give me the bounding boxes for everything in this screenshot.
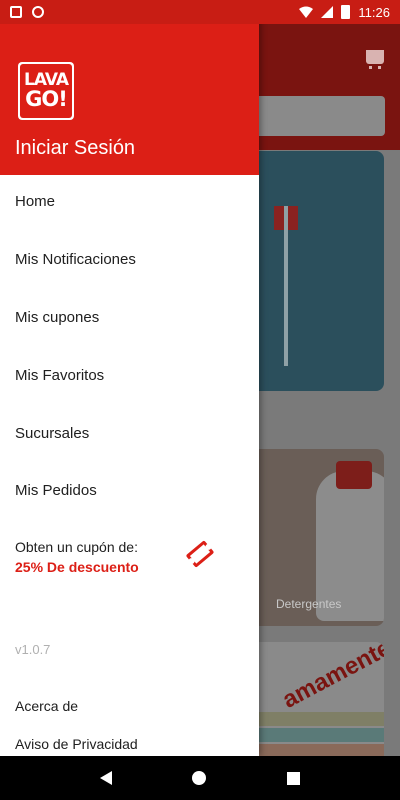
system-nav-bar bbox=[0, 756, 400, 800]
coupon-discount[interactable]: 25% De descuento bbox=[15, 559, 139, 575]
wifi-icon bbox=[299, 6, 314, 18]
signin-link[interactable]: Iniciar Sesión bbox=[15, 137, 135, 160]
logo-inner: LAVA GO! bbox=[20, 64, 72, 118]
notification-square-icon bbox=[10, 6, 22, 18]
towel-stripe bbox=[244, 744, 384, 756]
status-right: 11:26 bbox=[299, 5, 390, 20]
product-label: Detergentes bbox=[276, 597, 342, 611]
menu-item-favorites[interactable]: Mis Favoritos bbox=[15, 367, 104, 384]
cart-icon[interactable] bbox=[366, 50, 384, 69]
battery-icon bbox=[341, 5, 351, 19]
menu-item-notifications[interactable]: Mis Notificaciones bbox=[15, 251, 136, 268]
lavago-logo: LAVA GO! bbox=[18, 62, 74, 120]
drawer-header: LAVA GO! Iniciar Sesión bbox=[0, 0, 259, 175]
logo-text-bottom: GO! bbox=[25, 87, 68, 111]
towel-text: amamente bbox=[278, 642, 384, 714]
navigation-drawer: LAVA GO! Iniciar Sesión Home Mis Notific… bbox=[0, 0, 259, 756]
ticket-icon[interactable] bbox=[185, 540, 215, 568]
menu-item-coupons[interactable]: Mis cupones bbox=[15, 309, 99, 326]
recents-icon[interactable] bbox=[286, 771, 300, 785]
app-version: v1.0.7 bbox=[15, 642, 51, 657]
status-bar: 11:26 bbox=[0, 0, 400, 24]
back-icon[interactable] bbox=[100, 771, 113, 785]
status-left bbox=[10, 6, 44, 18]
home-icon[interactable] bbox=[192, 771, 207, 785]
menu-item-orders[interactable]: Mis Pedidos bbox=[15, 482, 97, 499]
notification-circle-icon bbox=[32, 6, 44, 18]
menu-item-branches[interactable]: Sucursales bbox=[15, 425, 89, 442]
menu-item-home[interactable]: Home bbox=[15, 193, 55, 210]
menu-item-privacy[interactable]: Aviso de Privacidad bbox=[15, 736, 138, 752]
menu-item-about[interactable]: Acerca de bbox=[15, 698, 78, 714]
bottle-cap bbox=[336, 461, 372, 489]
towel-stripe bbox=[244, 712, 384, 726]
status-time: 11:26 bbox=[358, 4, 390, 20]
towel-stripe bbox=[244, 728, 384, 742]
coupon-title[interactable]: Obten un cupón de: bbox=[15, 539, 138, 555]
banner-pole bbox=[284, 206, 288, 366]
signal-icon bbox=[321, 6, 334, 18]
